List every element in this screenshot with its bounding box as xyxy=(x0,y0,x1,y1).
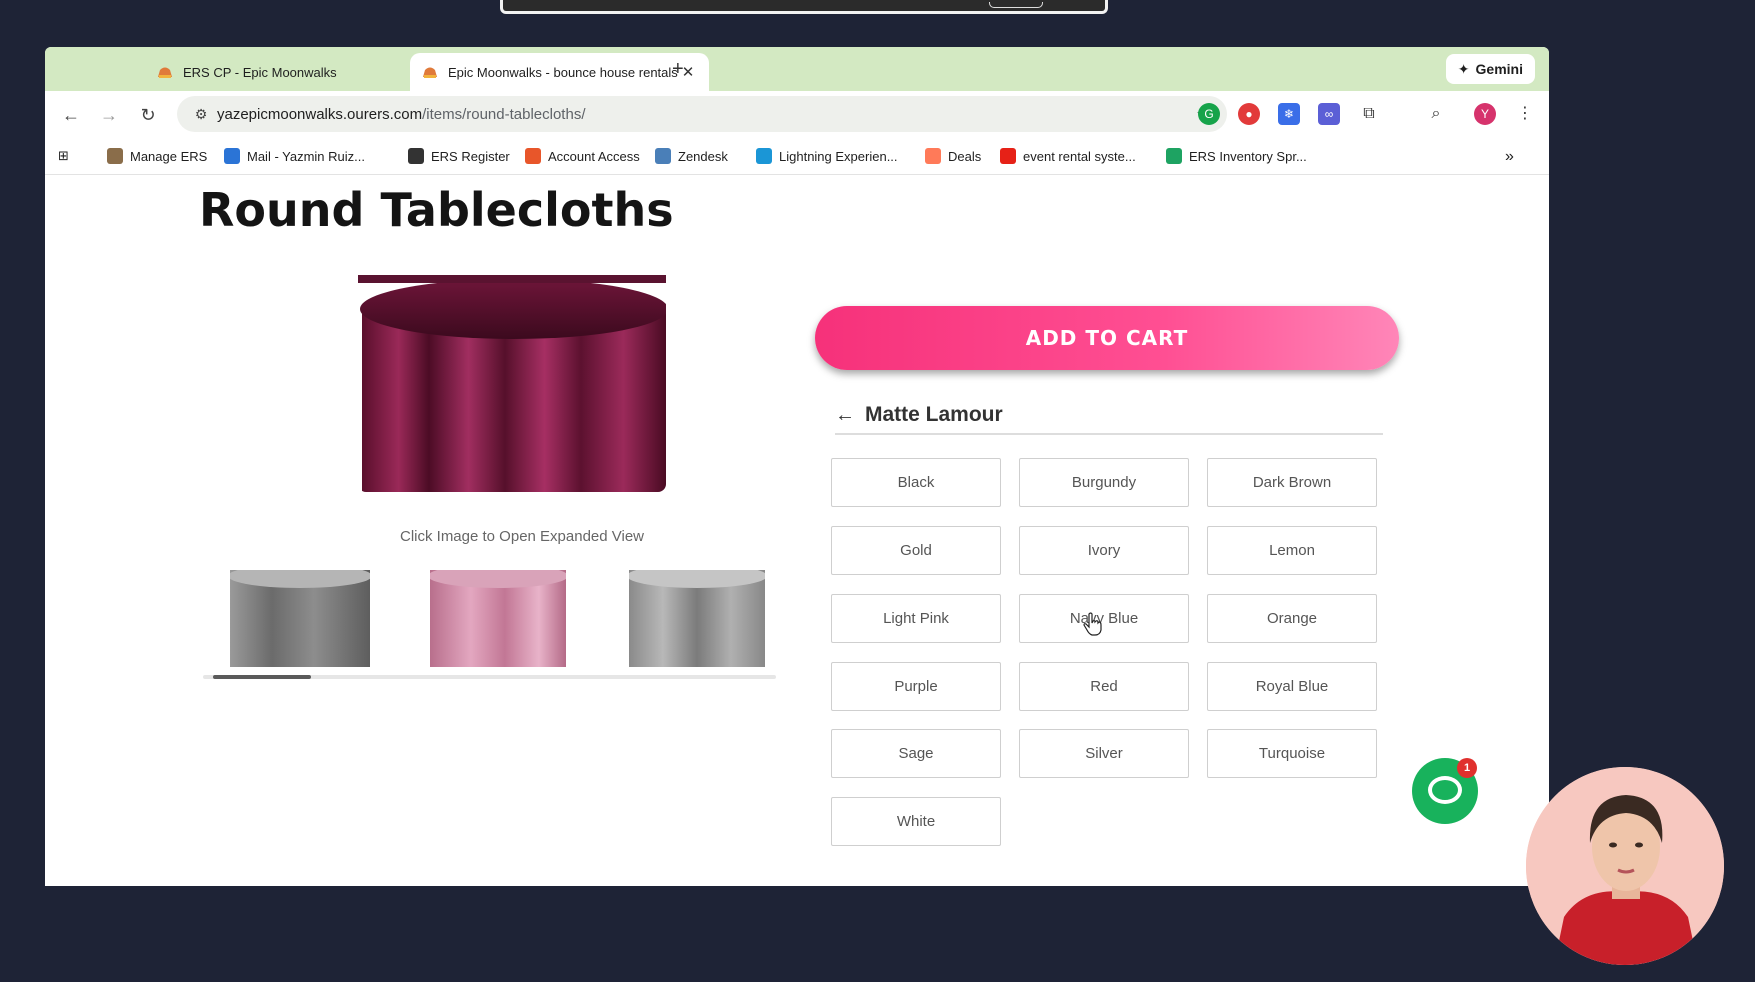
zendesk-icon xyxy=(655,148,671,164)
address-bar[interactable]: ⚙ yazepicmoonwalks.ourers.com/items/roun… xyxy=(177,96,1227,132)
blue-extension-icon[interactable]: ❄ xyxy=(1278,103,1300,125)
globe-icon xyxy=(408,148,424,164)
color-option-light-pink[interactable]: Light Pink xyxy=(831,594,1001,643)
color-option-white[interactable]: White xyxy=(831,797,1001,846)
color-option-ivory[interactable]: Ivory xyxy=(1019,526,1189,575)
bookmarks-bar: ⊞ Manage ERS Mail - Yazmin Ruiz... ERS Reg… xyxy=(45,139,1549,175)
thumbnail-silver[interactable] xyxy=(629,570,765,667)
url-text: yazepicmoonwalks.ourers.com/items/round-… xyxy=(217,106,1189,123)
bookmark-label: Mail - Yazmin Ruiz... xyxy=(247,148,365,164)
tab-search-icon[interactable]: ⌕ xyxy=(1425,103,1447,125)
bookmark-item[interactable]: Mail - Yazmin Ruiz... xyxy=(224,148,365,164)
thumbnail-pink[interactable] xyxy=(430,570,566,667)
moonwalk-favicon-icon xyxy=(423,67,437,78)
color-option-gold[interactable]: Gold xyxy=(831,526,1001,575)
ers-icon xyxy=(107,148,123,164)
bookmark-label: Lightning Experien... xyxy=(779,148,898,164)
site-info-icon[interactable]: ⚙ xyxy=(185,106,217,123)
gemini-label: Gemini xyxy=(1475,61,1523,77)
chrome-menu-icon[interactable]: ⋮ xyxy=(1514,103,1536,125)
bookmark-label: ERS Register xyxy=(431,148,510,164)
page-title: Round Tablecloths xyxy=(199,183,674,237)
red-extension-icon[interactable]: ● xyxy=(1238,103,1260,125)
color-option-sage[interactable]: Sage xyxy=(831,729,1001,778)
color-option-turquoise[interactable]: Turquoise xyxy=(1207,729,1377,778)
color-option-dark-brown[interactable]: Dark Brown xyxy=(1207,458,1377,507)
bookmark-item[interactable]: Manage ERS xyxy=(107,148,207,164)
profile-avatar[interactable]: Y xyxy=(1474,103,1496,125)
grammarly-extension-icon[interactable]: G xyxy=(1198,103,1220,125)
bookmarks-more-icon[interactable]: » xyxy=(1505,148,1514,166)
chat-unread-badge: 1 xyxy=(1457,758,1477,778)
color-option-royal-blue[interactable]: Royal Blue xyxy=(1207,662,1377,711)
bookmark-item[interactable]: ERS Register xyxy=(408,148,510,164)
gemini-sparkle-icon: ✦ xyxy=(1457,60,1470,77)
add-to-cart-button[interactable]: ADD TO CART xyxy=(815,306,1399,370)
variant-name: Matte Lamour xyxy=(865,403,1003,426)
bookmark-item[interactable]: event rental syste... xyxy=(1000,148,1136,164)
share-bar-handle xyxy=(989,2,1043,8)
thumbnail-gray[interactable] xyxy=(230,570,370,667)
bookmark-label: Deals xyxy=(948,148,982,164)
hubspot-icon xyxy=(925,148,941,164)
chat-bubble-icon xyxy=(1428,776,1462,804)
account-icon xyxy=(525,148,541,164)
bookmark-item[interactable]: Zendesk xyxy=(655,148,728,164)
hand-cursor-icon xyxy=(1083,612,1102,636)
back-arrow-icon[interactable]: ← xyxy=(59,103,83,127)
bookmark-label: ERS Inventory Spr... xyxy=(1189,148,1307,164)
product-main-image[interactable] xyxy=(358,275,666,492)
sheets-icon xyxy=(1166,148,1182,164)
bookmark-item[interactable]: Deals xyxy=(925,148,981,164)
browser-toolbar: ← → ↻ ⚙ yazepicmoonwalks.ourers.com/item… xyxy=(45,91,1549,139)
outlook-icon xyxy=(224,148,240,164)
scrollbar-thumb[interactable] xyxy=(213,675,311,679)
color-option-lemon[interactable]: Lemon xyxy=(1207,526,1377,575)
bookmark-label: Zendesk xyxy=(678,148,728,164)
color-option-orange[interactable]: Orange xyxy=(1207,594,1377,643)
variant-header: ← Matte Lamour xyxy=(835,397,1383,435)
color-option-navy-blue[interactable]: Navy Blue xyxy=(1019,594,1189,643)
chat-widget-button[interactable]: 1 xyxy=(1412,758,1478,824)
url-path: /items/round-tablecloths/ xyxy=(422,105,586,123)
color-option-purple[interactable]: Purple xyxy=(831,662,1001,711)
thumbnail-scrollbar[interactable] xyxy=(203,675,776,679)
color-option-red[interactable]: Red xyxy=(1019,662,1189,711)
color-option-silver[interactable]: Silver xyxy=(1019,729,1189,778)
salesforce-icon xyxy=(756,148,772,164)
extensions-puzzle-icon[interactable]: ⧉ xyxy=(1358,103,1380,125)
moonwalk-favicon-icon xyxy=(158,67,172,78)
link-extension-icon[interactable]: ∞ xyxy=(1318,103,1340,125)
url-domain: yazepicmoonwalks.ourers.com xyxy=(217,105,423,123)
tab-epic-moonwalks[interactable]: Epic Moonwalks - bounce house rentals ✕ xyxy=(410,53,709,91)
image-caption: Click Image to Open Expanded View xyxy=(399,528,645,545)
screen-share-bar xyxy=(500,0,1108,14)
back-arrow-icon[interactable]: ← xyxy=(835,404,855,427)
tab-ers-cp[interactable]: ERS CP - Epic Moonwalks ✕ xyxy=(145,53,445,91)
color-option-burgundy[interactable]: Burgundy xyxy=(1019,458,1189,507)
bookmark-label: Account Access xyxy=(548,148,640,164)
bookmark-item[interactable]: Lightning Experien... xyxy=(756,148,898,164)
page-content: Round Tablecloths Click Image to Open Ex… xyxy=(45,175,1549,886)
apps-grid-icon[interactable]: ⊞ xyxy=(58,148,69,164)
tab-title: ERS CP - Epic Moonwalks xyxy=(183,64,337,80)
tab-title: Epic Moonwalks - bounce house rentals xyxy=(448,64,678,80)
bookmark-item[interactable]: ERS Inventory Spr... xyxy=(1166,148,1307,164)
youtube-icon xyxy=(1000,148,1016,164)
reload-icon[interactable]: ↻ xyxy=(136,103,160,127)
color-option-black[interactable]: Black xyxy=(831,458,1001,507)
tab-bar: ERS CP - Epic Moonwalks ✕ Epic Moonwalks… xyxy=(45,47,1549,91)
forward-arrow-icon[interactable]: → xyxy=(97,103,121,127)
new-tab-button[interactable]: + xyxy=(672,58,684,81)
browser-window: ERS CP - Epic Moonwalks ✕ Epic Moonwalks… xyxy=(45,47,1549,886)
gemini-button[interactable]: ✦ Gemini xyxy=(1445,54,1535,84)
bookmark-label: event rental syste... xyxy=(1023,148,1136,164)
bookmark-label: Manage ERS xyxy=(130,148,208,164)
bookmark-item[interactable]: Account Access xyxy=(525,148,640,164)
webcam-overlay xyxy=(1526,767,1724,965)
